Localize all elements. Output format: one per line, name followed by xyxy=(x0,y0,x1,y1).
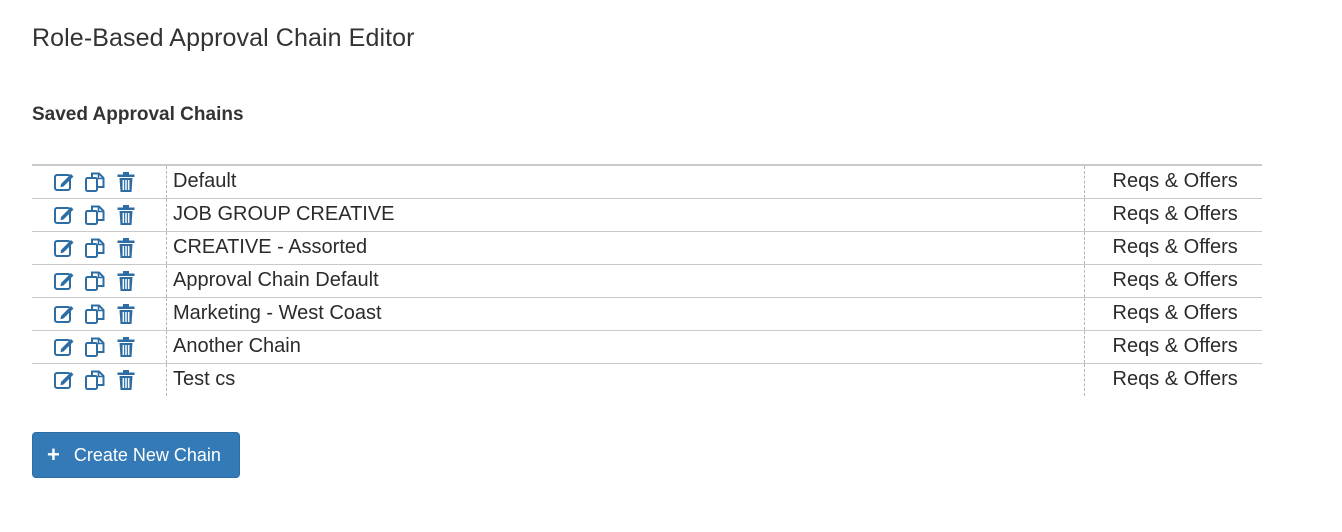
chain-type: Reqs & Offers xyxy=(1083,197,1262,231)
table-row: CREATIVE - Assorted Reqs & Offers xyxy=(32,230,1262,264)
copy-icon[interactable] xyxy=(83,302,107,326)
table-row: JOB GROUP CREATIVE Reqs & Offers xyxy=(32,197,1262,231)
row-actions xyxy=(32,263,167,297)
chain-type: Reqs & Offers xyxy=(1083,362,1262,396)
trash-icon[interactable] xyxy=(114,269,138,293)
row-actions xyxy=(32,362,167,396)
create-new-chain-button[interactable]: + Create New Chain xyxy=(32,432,240,478)
trash-icon[interactable] xyxy=(114,170,138,194)
chain-name: CREATIVE - Assorted xyxy=(166,230,1084,264)
page-title: Role-Based Approval Chain Editor xyxy=(32,24,415,52)
approval-chains-table: Default Reqs & Offers JOB GROUP CREATIVE… xyxy=(32,164,1262,396)
copy-icon[interactable] xyxy=(83,203,107,227)
chain-type: Reqs & Offers xyxy=(1083,230,1262,264)
edit-icon[interactable] xyxy=(52,236,76,260)
table-row: Default Reqs & Offers xyxy=(32,165,1262,198)
trash-icon[interactable] xyxy=(114,335,138,359)
approval-chains-body: Default Reqs & Offers JOB GROUP CREATIVE… xyxy=(32,165,1262,396)
edit-icon[interactable] xyxy=(52,368,76,392)
copy-icon[interactable] xyxy=(83,170,107,194)
chain-type: Reqs & Offers xyxy=(1083,329,1262,363)
edit-icon[interactable] xyxy=(52,203,76,227)
copy-icon[interactable] xyxy=(83,368,107,392)
row-actions xyxy=(32,165,167,198)
edit-icon[interactable] xyxy=(52,269,76,293)
chain-type: Reqs & Offers xyxy=(1083,296,1262,330)
row-actions xyxy=(32,230,167,264)
plus-icon: + xyxy=(47,442,60,467)
table-row: Approval Chain Default Reqs & Offers xyxy=(32,263,1262,297)
copy-icon[interactable] xyxy=(83,236,107,260)
chain-name: Test cs xyxy=(166,362,1084,396)
chain-type: Reqs & Offers xyxy=(1083,263,1262,297)
row-actions xyxy=(32,197,167,231)
trash-icon[interactable] xyxy=(114,302,138,326)
table-row: Marketing - West Coast Reqs & Offers xyxy=(32,296,1262,330)
edit-icon[interactable] xyxy=(52,170,76,194)
copy-icon[interactable] xyxy=(83,335,107,359)
section-title: Saved Approval Chains xyxy=(32,104,244,125)
chain-name: Approval Chain Default xyxy=(166,263,1084,297)
chain-name: Default xyxy=(173,170,237,193)
trash-icon[interactable] xyxy=(114,203,138,227)
chain-type: Reqs & Offers xyxy=(1083,165,1262,198)
chain-name: Another Chain xyxy=(166,329,1084,363)
row-actions xyxy=(32,329,167,363)
trash-icon[interactable] xyxy=(114,236,138,260)
chain-name: Marketing - West Coast xyxy=(166,296,1084,330)
row-actions xyxy=(32,296,167,330)
trash-icon[interactable] xyxy=(114,368,138,392)
edit-icon[interactable] xyxy=(52,335,76,359)
create-new-chain-label: Create New Chain xyxy=(73,444,221,465)
table-row: Another Chain Reqs & Offers xyxy=(32,329,1262,363)
edit-icon[interactable] xyxy=(52,302,76,326)
table-row: Test cs Reqs & Offers xyxy=(32,362,1262,396)
copy-icon[interactable] xyxy=(83,269,107,293)
chain-name: JOB GROUP CREATIVE xyxy=(166,197,1084,231)
